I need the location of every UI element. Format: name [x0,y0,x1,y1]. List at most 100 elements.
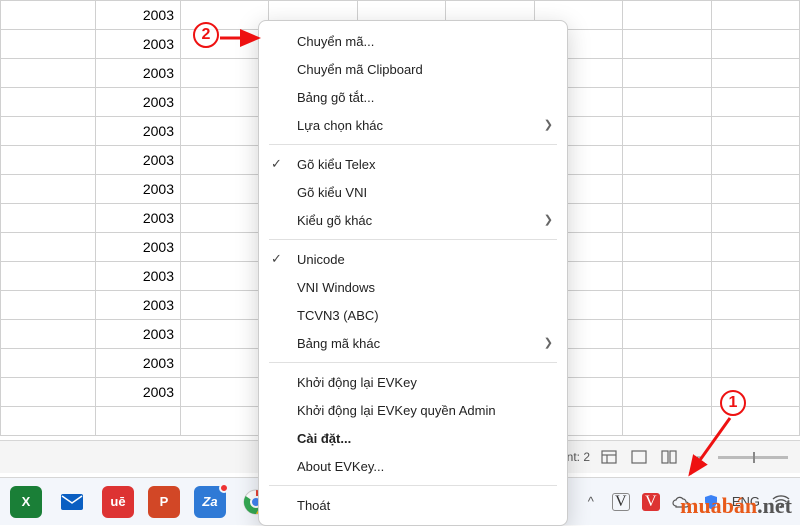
cell[interactable]: 2003 [96,1,181,30]
evkey-tray-v-icon[interactable]: V [612,493,630,511]
cell[interactable] [623,320,711,349]
cell[interactable] [181,59,269,88]
cell[interactable] [1,59,96,88]
zoom-slider[interactable] [718,456,788,459]
taskbar-excel-icon[interactable]: X [10,486,42,518]
menu-item[interactable]: Cài đặt... [259,424,567,452]
cell[interactable] [623,378,711,407]
cell[interactable] [1,175,96,204]
view-pagebreak-icon[interactable] [658,449,680,465]
cell[interactable] [711,233,799,262]
menu-item[interactable]: ✓Unicode [259,245,567,273]
menu-item[interactable]: Bảng mã khác❯ [259,329,567,357]
cell[interactable] [181,204,269,233]
menu-item[interactable]: About EVKey... [259,452,567,480]
cell[interactable] [1,30,96,59]
cell[interactable]: 2003 [96,233,181,262]
cell[interactable] [181,407,269,436]
menu-item[interactable]: Chuyển mã... [259,27,567,55]
taskbar-zalo-icon[interactable]: Za [194,486,226,518]
cell[interactable] [1,204,96,233]
menu-item[interactable]: Khởi động lại EVKey [259,368,567,396]
cell[interactable] [1,320,96,349]
menu-item[interactable]: Thoát [259,491,567,519]
cell[interactable] [711,349,799,378]
tray-expand-icon[interactable]: ^ [582,493,600,511]
cell[interactable] [623,59,711,88]
menu-item[interactable]: VNI Windows [259,273,567,301]
cell[interactable] [181,117,269,146]
cell[interactable] [181,349,269,378]
cell[interactable] [711,204,799,233]
zoom-out-icon[interactable]: − [688,449,710,465]
cell[interactable] [181,146,269,175]
cell[interactable] [711,320,799,349]
cell[interactable] [711,88,799,117]
cell[interactable] [181,262,269,291]
cell[interactable] [623,262,711,291]
menu-item[interactable]: Bảng gõ tắt... [259,83,567,111]
cell[interactable] [623,291,711,320]
cell[interactable] [1,378,96,407]
cell[interactable] [181,291,269,320]
cell[interactable] [623,349,711,378]
cell[interactable]: 2003 [96,30,181,59]
cell[interactable] [623,88,711,117]
menu-item[interactable]: TCVN3 (ABC) [259,301,567,329]
cell[interactable] [1,233,96,262]
view-normal-icon[interactable] [598,449,620,465]
cell[interactable] [711,262,799,291]
cell[interactable] [181,320,269,349]
cell[interactable] [181,88,269,117]
taskbar-unikey-icon[interactable]: uē [102,486,134,518]
cell[interactable] [1,117,96,146]
cell[interactable] [1,146,96,175]
cell[interactable] [711,175,799,204]
menu-item[interactable]: Gõ kiểu VNI [259,178,567,206]
menu-item[interactable]: Lựa chọn khác❯ [259,111,567,139]
menu-item[interactable]: Chuyển mã Clipboard [259,55,567,83]
cell[interactable] [711,1,799,30]
cell[interactable] [623,117,711,146]
cell[interactable] [711,117,799,146]
cell[interactable] [623,1,711,30]
cell[interactable]: 2003 [96,262,181,291]
cell[interactable] [1,262,96,291]
view-pagelayout-icon[interactable] [628,449,650,465]
taskbar-powerpoint-icon[interactable]: P [148,486,180,518]
cell[interactable]: 2003 [96,291,181,320]
cell[interactable] [711,59,799,88]
cell[interactable]: 2003 [96,59,181,88]
cell[interactable] [1,349,96,378]
cell[interactable] [1,407,96,436]
cell[interactable]: 2003 [96,175,181,204]
cell[interactable] [181,378,269,407]
cell[interactable] [1,291,96,320]
cell[interactable] [623,30,711,59]
cell[interactable] [623,175,711,204]
cell[interactable] [711,291,799,320]
menu-item[interactable]: Kiểu gõ khác❯ [259,206,567,234]
evkey-tray-v-on-icon[interactable]: V [642,493,660,511]
menu-item[interactable]: Khởi động lại EVKey quyền Admin [259,396,567,424]
cell[interactable] [1,1,96,30]
cell[interactable] [96,407,181,436]
cell[interactable] [623,146,711,175]
cell[interactable] [711,146,799,175]
cell[interactable] [623,407,711,436]
cell[interactable] [1,88,96,117]
cell[interactable] [623,204,711,233]
cell[interactable]: 2003 [96,204,181,233]
cell[interactable] [181,175,269,204]
cell[interactable]: 2003 [96,117,181,146]
cell[interactable] [181,233,269,262]
cell[interactable]: 2003 [96,88,181,117]
menu-item[interactable]: ✓Gõ kiểu Telex [259,150,567,178]
cell[interactable]: 2003 [96,378,181,407]
taskbar-mail-icon[interactable] [56,486,88,518]
cell[interactable] [623,233,711,262]
cell[interactable] [181,1,269,30]
cell[interactable]: 2003 [96,146,181,175]
cell[interactable]: 2003 [96,349,181,378]
cell[interactable] [711,30,799,59]
